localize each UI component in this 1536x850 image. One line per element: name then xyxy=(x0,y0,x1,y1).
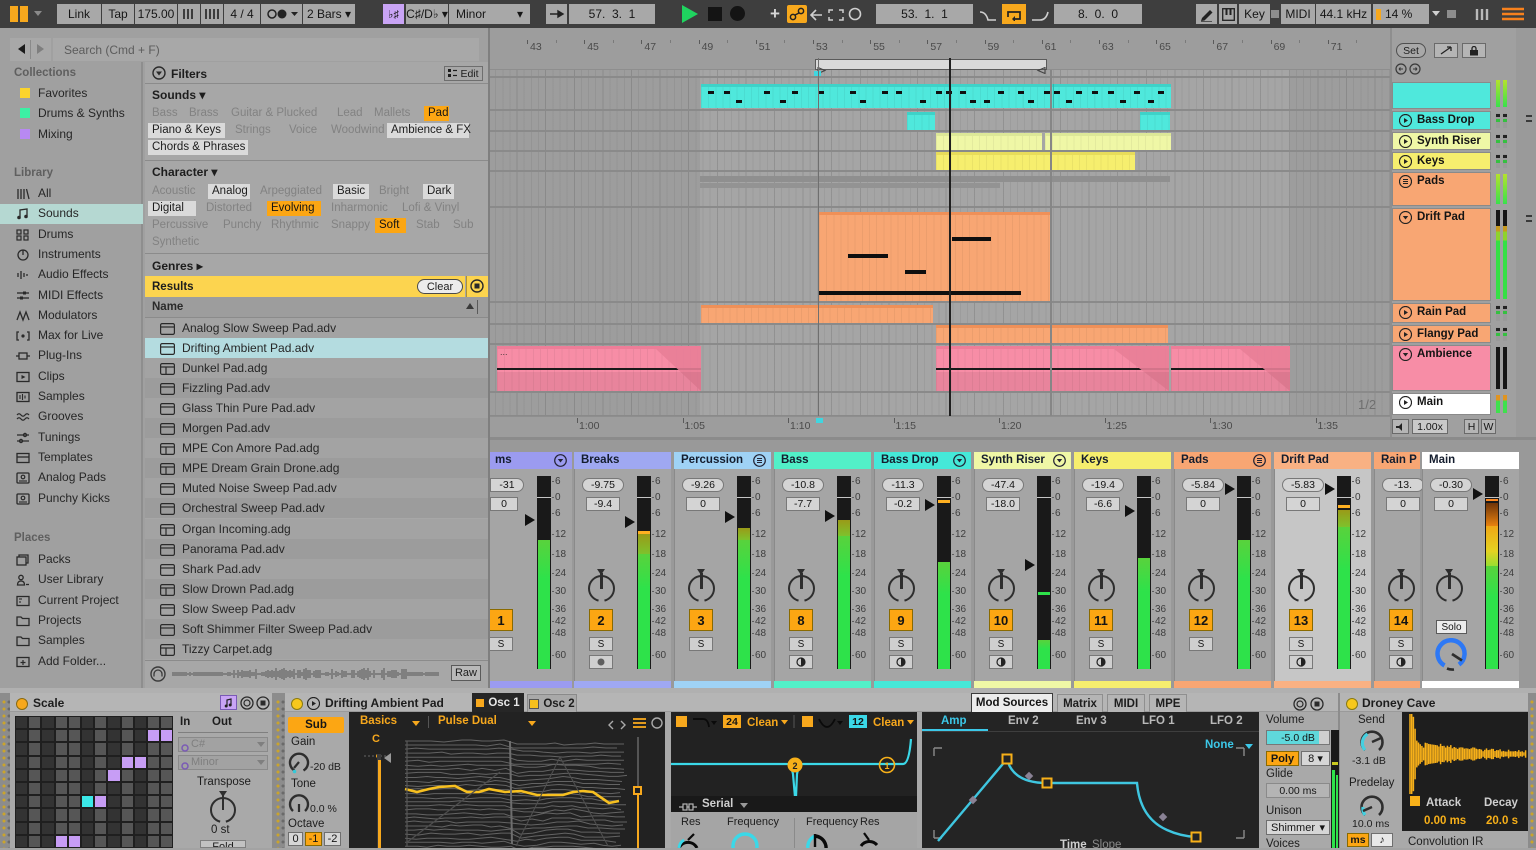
svg-text:20.0 s: 20.0 s xyxy=(1486,815,1518,827)
svg-text:Slope: Slope xyxy=(1092,839,1121,848)
svg-text:Clean: Clean xyxy=(873,717,904,729)
svg-text:1: 1 xyxy=(884,761,889,771)
svg-text:Time: Time xyxy=(1060,839,1087,848)
svg-text:Decay: Decay xyxy=(1484,797,1518,809)
svg-text:12: 12 xyxy=(852,716,864,728)
svg-text:Clean: Clean xyxy=(747,717,778,729)
svg-text:Attack: Attack xyxy=(1426,797,1462,809)
svg-text:24: 24 xyxy=(726,716,738,728)
svg-text:2: 2 xyxy=(792,761,797,771)
svg-text:0.00 ms: 0.00 ms xyxy=(1424,815,1466,827)
